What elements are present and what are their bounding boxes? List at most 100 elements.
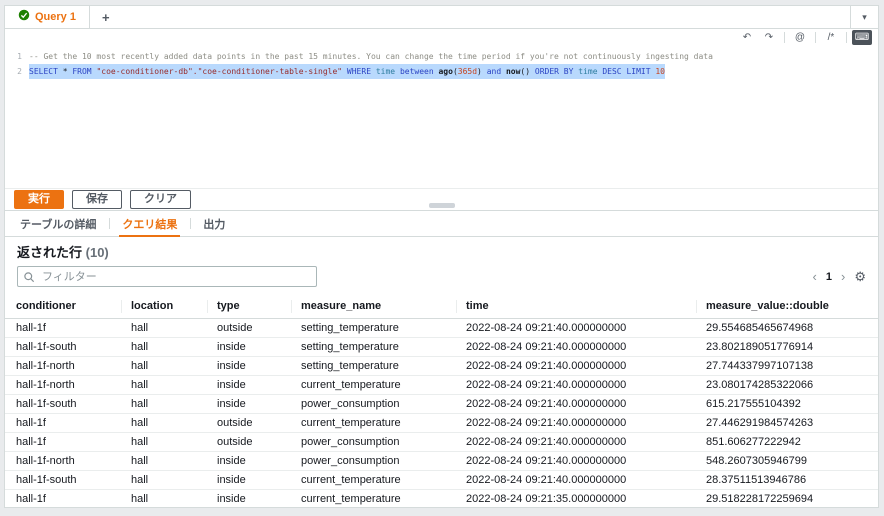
keyboard-shortcuts-icon[interactable]: ⌨ (852, 30, 872, 45)
table-cell: 615.217555104392 (696, 395, 878, 414)
table-cell: 27.446291984574263 (696, 414, 878, 433)
table-cell: inside (207, 357, 291, 376)
table-cell: 29.518228172259694 (696, 490, 878, 509)
query-results-table: conditionerlocationtypemeasure_nametimem… (5, 295, 878, 508)
column-header: measure_value::double (696, 295, 878, 319)
results-tab-2[interactable]: 出力 (190, 211, 238, 236)
table-cell: 2022-08-24 09:21:40.000000000 (456, 471, 696, 490)
table-cell: current_temperature (291, 471, 456, 490)
sql-token: * (58, 67, 72, 76)
sql-token: time (376, 67, 395, 76)
table-row: hall-1f-southhallinsidecurrent_temperatu… (5, 471, 878, 490)
previous-page-icon[interactable]: ‹ (813, 270, 817, 283)
sql-token: "coe-conditioner-db"."coe-conditioner-ta… (96, 67, 342, 76)
table-cell: power_consumption (291, 433, 456, 452)
table-cell: 548.2607305946799 (696, 452, 878, 471)
table-cell: hall-1f (5, 490, 121, 509)
sql-token: ago (438, 67, 452, 76)
table-cell: hall-1f (5, 433, 121, 452)
sql-token: () (520, 67, 530, 76)
table-cell: outside (207, 414, 291, 433)
table-settings-gear-icon[interactable]: ⚙ (854, 270, 866, 283)
sql-editor[interactable]: 1 -- Get the 10 most recently added data… (5, 46, 878, 188)
table-cell: 2022-08-24 09:21:40.000000000 (456, 357, 696, 376)
query-tab[interactable]: Query 1 (5, 6, 90, 28)
code-line-2: 2 SELECT * FROM "coe-conditioner-db"."co… (5, 64, 878, 79)
current-page-button[interactable]: 1 (826, 271, 832, 283)
table-cell: inside (207, 471, 291, 490)
run-button[interactable]: 実行 (14, 190, 64, 209)
table-cell: hall-1f-north (5, 376, 121, 395)
table-cell: hall (121, 376, 207, 395)
query-tab-label: Query 1 (35, 11, 76, 23)
add-query-tab-button[interactable]: + (90, 6, 122, 28)
table-cell: 2022-08-24 09:21:40.000000000 (456, 319, 696, 338)
table-row: hall-1fhalloutsidepower_consumption2022-… (5, 433, 878, 452)
table-cell: hall-1f-north (5, 452, 121, 471)
toolbar-separator (784, 32, 785, 43)
save-button[interactable]: 保存 (72, 190, 122, 209)
sql-token: now (506, 67, 520, 76)
table-cell: current_temperature (291, 490, 456, 509)
table-cell: 2022-08-24 09:21:35.000000000 (456, 490, 696, 509)
filter-input[interactable] (17, 266, 317, 287)
table-cell: 2022-08-24 09:21:40.000000000 (456, 414, 696, 433)
sql-token: DESC (602, 67, 621, 76)
table-cell: outside (207, 319, 291, 338)
table-cell: inside (207, 490, 291, 509)
table-cell: inside (207, 395, 291, 414)
next-page-icon[interactable]: › (841, 270, 845, 283)
table-cell: hall-1f-north (5, 357, 121, 376)
table-row: hall-1fhalloutsidecurrent_temperature202… (5, 414, 878, 433)
format-query-icon[interactable]: @ (790, 30, 810, 45)
chevron-down-icon: ▾ (862, 12, 867, 23)
redo-icon[interactable]: ↷ (759, 30, 779, 45)
table-cell: current_temperature (291, 376, 456, 395)
clear-button[interactable]: クリア (130, 190, 191, 209)
comment-toggle-icon[interactable]: /* (821, 30, 841, 45)
toolbar-separator (846, 32, 847, 43)
results-header: 返された行 (10) (5, 237, 878, 261)
results-tab-bar: テーブルの詳細クエリ結果出力 (5, 210, 878, 237)
sql-token: between (400, 67, 434, 76)
table-cell: hall (121, 414, 207, 433)
table-cell: hall (121, 452, 207, 471)
table-row: hall-1fhalloutsidesetting_temperature202… (5, 319, 878, 338)
table-cell: inside (207, 452, 291, 471)
table-cell: hall (121, 319, 207, 338)
table-cell: hall-1f-south (5, 471, 121, 490)
column-header: measure_name (291, 295, 456, 319)
table-cell: hall-1f-south (5, 395, 121, 414)
query-editor-panel: Query 1 + ▾ ↶ ↷ @ /* ⌨ 1 -- Get the 10 m… (4, 5, 879, 508)
code-line-1: 1 -- Get the 10 most recently added data… (5, 49, 878, 64)
table-cell: hall (121, 357, 207, 376)
table-cell: 2022-08-24 09:21:40.000000000 (456, 376, 696, 395)
sql-token: SELECT (29, 67, 58, 76)
table-cell: 2022-08-24 09:21:40.000000000 (456, 395, 696, 414)
column-header: time (456, 295, 696, 319)
sql-token: WHERE (347, 67, 371, 76)
returned-rows-title: 返された行 (10) (17, 244, 866, 261)
results-tab-0[interactable]: テーブルの詳細 (7, 211, 109, 236)
tab-list-dropdown-button[interactable]: ▾ (850, 6, 878, 28)
sql-statement: SELECT * FROM "coe-conditioner-db"."coe-… (29, 64, 665, 79)
table-cell: hall (121, 433, 207, 452)
table-cell: 29.554685465674968 (696, 319, 878, 338)
table-cell: setting_temperature (291, 319, 456, 338)
table-row: hall-1f-northhallinsidepower_consumption… (5, 452, 878, 471)
undo-icon[interactable]: ↶ (737, 30, 757, 45)
table-cell: hall (121, 338, 207, 357)
sql-token: and (487, 67, 501, 76)
results-tab-1[interactable]: クエリ結果 (109, 211, 190, 236)
table-cell: setting_temperature (291, 357, 456, 376)
table-cell: 2022-08-24 09:21:40.000000000 (456, 338, 696, 357)
sql-token: LIMIT (626, 67, 650, 76)
table-cell: inside (207, 376, 291, 395)
table-cell: hall (121, 471, 207, 490)
table-cell: 23.802189051776914 (696, 338, 878, 357)
table-row: hall-1f-northhallinsidesetting_temperatu… (5, 357, 878, 376)
editor-toolbar: ↶ ↷ @ /* ⌨ (5, 29, 878, 46)
panel-resize-handle[interactable] (429, 203, 455, 208)
column-header: type (207, 295, 291, 319)
sql-token: FROM (72, 67, 91, 76)
